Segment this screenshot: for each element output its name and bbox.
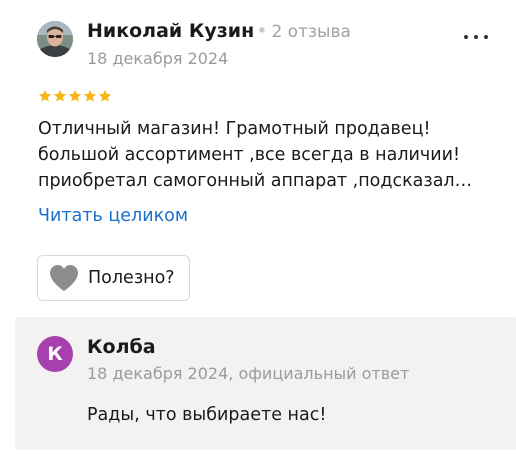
star-icon bbox=[38, 89, 52, 102]
author-photo-icon bbox=[37, 21, 73, 57]
review-text-line: Отличный магазин! Грамотный продавец! bbox=[38, 119, 431, 139]
more-options-button[interactable] bbox=[461, 28, 491, 46]
star-icon bbox=[98, 89, 112, 102]
author-review-count: 2 отзыва bbox=[271, 22, 351, 42]
helpful-button[interactable]: Полезно? bbox=[37, 255, 190, 301]
star-icon bbox=[68, 89, 82, 102]
helpful-label: Полезно? bbox=[88, 268, 175, 288]
review-date: 18 декабря 2024 bbox=[87, 49, 229, 68]
org-name[interactable]: Колба bbox=[87, 336, 156, 358]
review-text-line: приобретал самогонный аппарат ,подсказал… bbox=[38, 171, 473, 191]
org-avatar[interactable]: К bbox=[37, 336, 73, 372]
more-dot-icon bbox=[464, 35, 468, 39]
star-icon bbox=[83, 89, 97, 102]
reply-text: Рады, что выбираете нас! bbox=[87, 405, 327, 425]
reply-meta: 18 декабря 2024, официальный ответ bbox=[87, 364, 410, 383]
heart-icon bbox=[50, 265, 78, 291]
author-name[interactable]: Николай Кузин bbox=[87, 20, 254, 42]
review-card: Николай Кузин • 2 отзыва 18 декабря 2024 О… bbox=[0, 0, 516, 457]
more-dot-icon bbox=[474, 35, 478, 39]
author-avatar[interactable] bbox=[37, 21, 73, 57]
review-text: Отличный магазин! Грамотный продавец! бо… bbox=[38, 116, 508, 194]
read-more-link[interactable]: Читать целиком bbox=[38, 206, 188, 226]
official-reply: К Колба 18 декабря 2024, официальный отв… bbox=[15, 317, 516, 450]
star-icon bbox=[53, 89, 67, 102]
author-line: Николай Кузин • 2 отзыва bbox=[87, 20, 351, 42]
author-separator: • bbox=[256, 20, 268, 42]
more-dot-icon bbox=[484, 35, 488, 39]
rating-stars bbox=[38, 89, 112, 103]
review-text-line: большой ассортимент ,все всегда в наличи… bbox=[38, 145, 460, 165]
